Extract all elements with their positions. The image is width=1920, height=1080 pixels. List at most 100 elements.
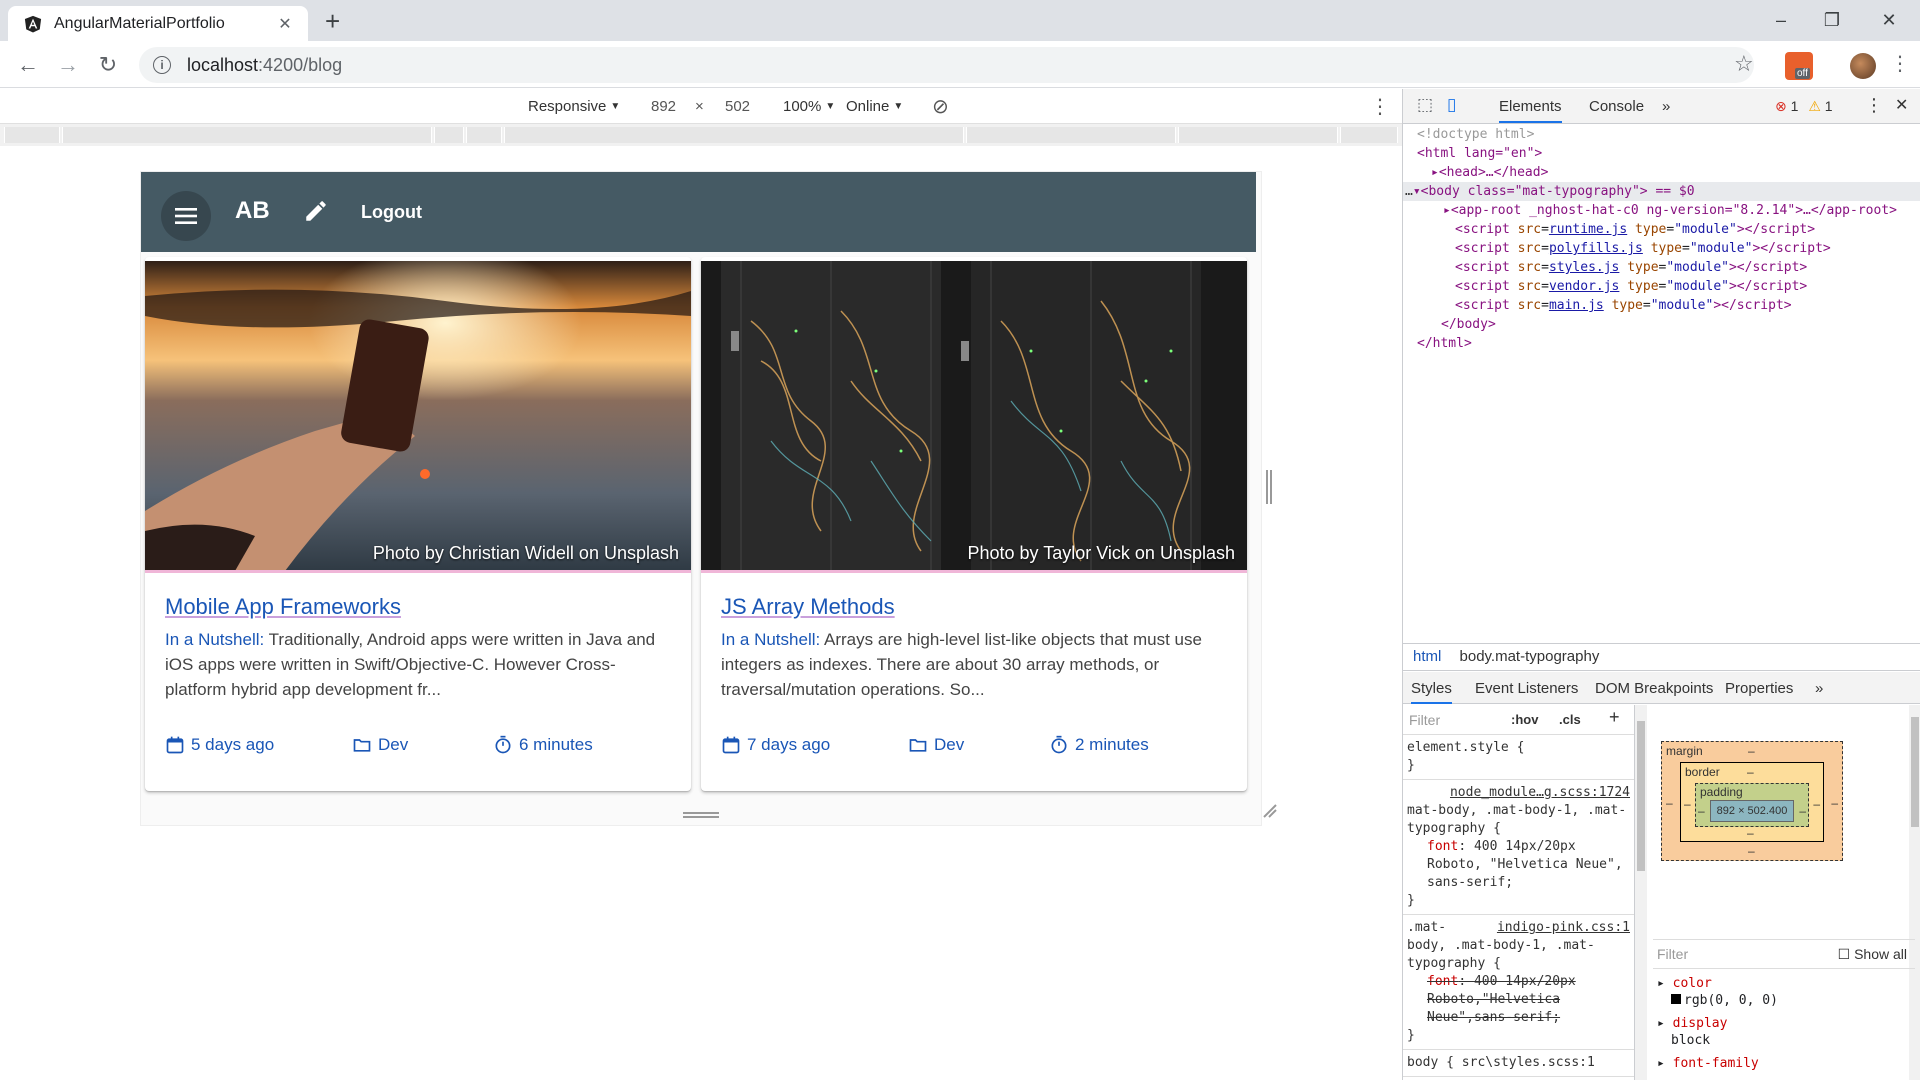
logout-button[interactable]: Logout bbox=[361, 202, 422, 223]
script-src[interactable]: runtime.js bbox=[1549, 222, 1627, 237]
tab-properties[interactable]: Properties bbox=[1725, 680, 1793, 697]
reload-icon[interactable]: ↻ bbox=[92, 49, 124, 81]
tab-console[interactable]: Console bbox=[1589, 98, 1644, 115]
blog-card-title[interactable]: JS Array Methods bbox=[721, 594, 895, 620]
style-property-overridden[interactable]: font: 400 14px/20px Roboto,"Helvetica Ne… bbox=[1407, 973, 1630, 1027]
media-query-bar[interactable] bbox=[466, 127, 502, 143]
style-property[interactable]: font: 400 14px/20px Roboto, "Helvetica N… bbox=[1407, 838, 1630, 892]
media-query-bar[interactable] bbox=[62, 127, 432, 143]
border-bottom-value[interactable]: – bbox=[1747, 826, 1754, 840]
devtools-menu-icon[interactable]: ⋮ bbox=[1865, 95, 1883, 116]
tab-styles[interactable]: Styles bbox=[1411, 680, 1452, 704]
more-tabs-icon[interactable]: » bbox=[1662, 98, 1670, 115]
style-rule[interactable]: node_module…g.scss:1724 mat-body, .mat-b… bbox=[1403, 780, 1634, 915]
dom-node[interactable]: </html> bbox=[1403, 334, 1920, 353]
media-query-bar[interactable] bbox=[1340, 127, 1398, 143]
tab-event-listeners[interactable]: Event Listeners bbox=[1475, 680, 1578, 697]
computed-property[interactable]: ▸ display bbox=[1657, 1015, 1911, 1032]
expand-arrow-icon[interactable]: ▸ bbox=[1443, 203, 1451, 218]
rotate-icon[interactable]: ⊘ bbox=[932, 94, 949, 119]
viewport-width-input[interactable]: 892 bbox=[651, 98, 676, 115]
media-query-bar[interactable] bbox=[4, 127, 60, 143]
padding-left-value[interactable]: – bbox=[1698, 804, 1705, 818]
show-all-checkbox[interactable]: ☐ Show all bbox=[1838, 946, 1907, 963]
dom-node[interactable]: ▸<head>…</head> bbox=[1403, 163, 1920, 182]
margin-left-value[interactable]: – bbox=[1666, 796, 1673, 810]
device-toggle-icon[interactable]: ▯ bbox=[1447, 95, 1456, 115]
new-tab-button[interactable]: + bbox=[325, 8, 340, 34]
border-top-value[interactable]: – bbox=[1747, 765, 1754, 779]
media-query-bar[interactable] bbox=[434, 127, 464, 143]
dom-node[interactable]: <script src=main.js type="module"></scri… bbox=[1403, 296, 1920, 315]
style-rule[interactable]: element.style { } bbox=[1403, 735, 1634, 780]
expand-arrow-icon[interactable]: ▸ bbox=[1431, 165, 1439, 180]
more-sidebar-tabs-icon[interactable]: » bbox=[1815, 680, 1823, 697]
border-right-value[interactable]: – bbox=[1813, 797, 1820, 811]
dom-node[interactable]: <script src=runtime.js type="module"></s… bbox=[1403, 220, 1920, 239]
back-arrow-icon[interactable]: ← bbox=[12, 49, 44, 81]
network-throttle-select[interactable]: Online ▼ bbox=[846, 98, 903, 115]
height-resize-handle[interactable] bbox=[683, 812, 719, 818]
script-src[interactable]: main.js bbox=[1549, 298, 1604, 313]
computed-property[interactable]: ▸ color bbox=[1657, 975, 1911, 992]
width-resize-handle[interactable] bbox=[1266, 470, 1272, 504]
issue-counter[interactable]: ⊗ 1 ⚠ 1 bbox=[1775, 98, 1833, 115]
styles-filter-input[interactable]: Filter bbox=[1409, 712, 1440, 728]
browser-tab[interactable]: AngularMaterialPortfolio ✕ bbox=[8, 6, 308, 41]
expand-arrow-icon[interactable]: ▸ bbox=[1657, 1056, 1665, 1071]
hover-state-toggle[interactable]: :hov bbox=[1511, 711, 1538, 729]
computed-filter-input[interactable]: Filter bbox=[1657, 946, 1688, 962]
expand-arrow-icon[interactable]: ▸ bbox=[1657, 976, 1665, 991]
minimize-button[interactable]: – bbox=[1758, 6, 1804, 34]
border-left-value[interactable]: – bbox=[1684, 797, 1691, 811]
dom-node[interactable]: ▸<app-root _nghost-hat-c0 ng-version="8.… bbox=[1403, 201, 1920, 220]
script-src[interactable]: styles.js bbox=[1549, 260, 1619, 275]
dom-node[interactable]: </body> bbox=[1403, 315, 1920, 334]
blog-card[interactable]: Photo by Christian Widell on Unsplash Mo… bbox=[145, 257, 691, 791]
add-rule-icon[interactable]: + bbox=[1609, 708, 1620, 726]
breadcrumb-item[interactable]: body.mat-typography bbox=[1460, 648, 1600, 665]
media-query-bar[interactable] bbox=[1178, 127, 1338, 143]
padding-right-value[interactable]: – bbox=[1799, 804, 1806, 818]
rule-source-link[interactable]: indigo-pink.css:1 bbox=[1497, 919, 1630, 937]
browser-menu-icon[interactable]: ⋮ bbox=[1890, 53, 1910, 75]
pencil-edit-icon[interactable] bbox=[303, 198, 329, 224]
box-content[interactable]: 892 × 502.400 bbox=[1710, 800, 1794, 822]
info-icon[interactable]: i bbox=[153, 56, 171, 74]
collapse-arrow-icon[interactable]: ▾ bbox=[1413, 184, 1421, 199]
menu-button[interactable] bbox=[161, 191, 211, 241]
corner-resize-icon[interactable] bbox=[1262, 803, 1278, 819]
close-devtools-icon[interactable]: ✕ bbox=[1895, 95, 1908, 115]
app-title[interactable]: AB bbox=[235, 197, 270, 225]
device-mode-select[interactable]: Responsive ▼ bbox=[528, 98, 620, 115]
margin-top-value[interactable]: – bbox=[1748, 744, 1755, 758]
style-rule[interactable]: .mat-indigo-pink.css:1 body, .mat-body-1… bbox=[1403, 915, 1634, 1050]
restore-button[interactable]: ❐ bbox=[1809, 6, 1855, 34]
forward-arrow-icon[interactable]: → bbox=[52, 49, 84, 81]
zoom-select[interactable]: 100% ▼ bbox=[783, 98, 835, 115]
media-query-bar[interactable] bbox=[504, 127, 964, 143]
dom-node[interactable]: <!doctype html> bbox=[1403, 125, 1920, 144]
url-field[interactable]: i localhost:4200/blog bbox=[139, 47, 1754, 83]
style-rule[interactable]: body { src\styles.scss:1 bbox=[1403, 1050, 1634, 1077]
rule-source-link[interactable]: node_module…g.scss:1724 bbox=[1407, 784, 1630, 802]
close-window-button[interactable]: ✕ bbox=[1866, 6, 1912, 34]
tab-elements[interactable]: Elements bbox=[1499, 98, 1562, 123]
breadcrumb-item[interactable]: html bbox=[1413, 648, 1441, 665]
dom-node[interactable]: <script src=polyfills.js type="module"><… bbox=[1403, 239, 1920, 258]
styles-scrollbar[interactable] bbox=[1635, 705, 1647, 1080]
blog-card-image[interactable]: Photo by Christian Widell on Unsplash bbox=[145, 261, 691, 571]
class-toggle[interactable]: .cls bbox=[1559, 711, 1581, 729]
scrollbar-thumb[interactable] bbox=[1637, 721, 1645, 871]
inspect-element-icon[interactable]: ⬚ bbox=[1417, 95, 1433, 115]
media-query-bar[interactable] bbox=[966, 127, 1176, 143]
dom-node[interactable]: <script src=styles.js type="module"></sc… bbox=[1403, 258, 1920, 277]
script-src[interactable]: vendor.js bbox=[1549, 279, 1619, 294]
dom-node[interactable]: <script src=vendor.js type="module"></sc… bbox=[1403, 277, 1920, 296]
profile-avatar[interactable] bbox=[1850, 53, 1876, 79]
expand-arrow-icon[interactable]: ▸ bbox=[1657, 1016, 1665, 1031]
computed-property[interactable]: ▸ font-family bbox=[1657, 1055, 1911, 1072]
tab-close-icon[interactable]: ✕ bbox=[274, 14, 296, 34]
blog-card[interactable]: Photo by Taylor Vick on Unsplash JS Arra… bbox=[701, 257, 1247, 791]
margin-right-value[interactable]: – bbox=[1831, 796, 1838, 810]
